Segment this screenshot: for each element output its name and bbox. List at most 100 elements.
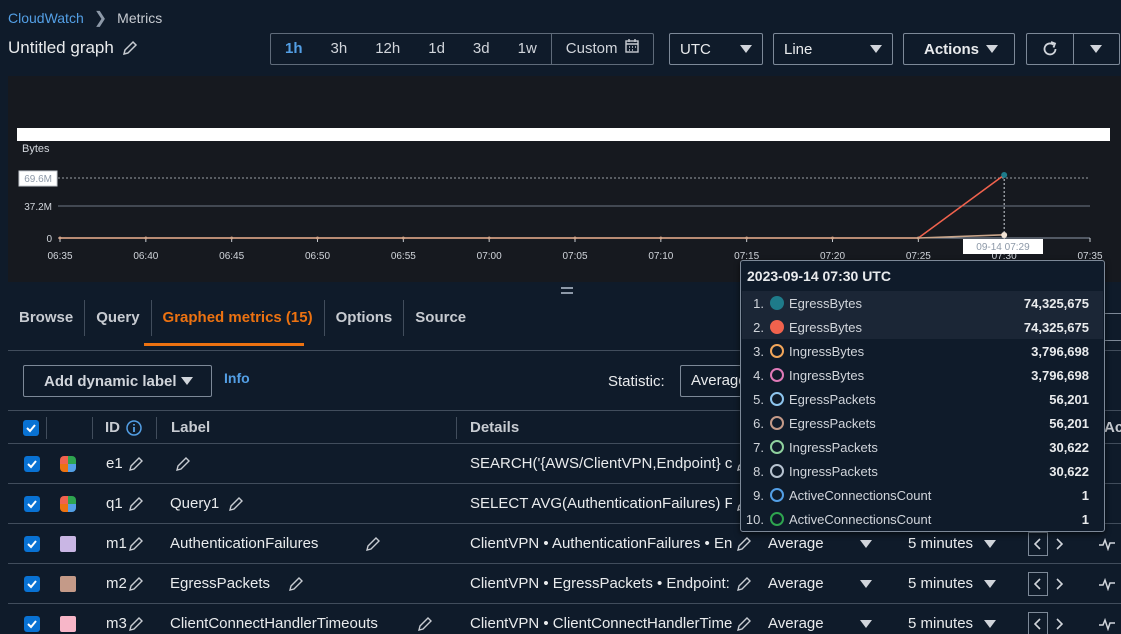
tab-graphed-metrics-15[interactable]: Graphed metrics (15) <box>152 300 325 336</box>
caret-down-icon <box>984 580 996 588</box>
row-id: m1 <box>106 535 127 552</box>
series-color-dot <box>770 440 784 454</box>
data-point <box>831 236 834 240</box>
tooltip-item: 9. ActiveConnectionsCount 1 <box>742 483 1103 507</box>
column-header-id[interactable]: ID <box>105 411 142 444</box>
row-checkbox[interactable] <box>24 456 40 472</box>
tab-options[interactable]: Options <box>325 300 405 336</box>
info-link[interactable]: Info <box>224 370 250 386</box>
tooltip-item-value: 56,201 <box>1049 416 1089 431</box>
tooltip-item-name: EgressPackets <box>789 392 876 407</box>
select-all-checkbox[interactable] <box>23 420 39 436</box>
edit-id-pencil-icon[interactable] <box>128 456 144 472</box>
data-point <box>487 236 491 240</box>
row-label: AuthenticationFailures <box>170 535 319 552</box>
tooltip-item: 2. EgressBytes 74,325,675 <box>742 315 1103 339</box>
multi-color-swatch[interactable] <box>60 456 76 472</box>
edit-label-pencil-icon[interactable] <box>175 456 191 472</box>
tooltip-item-name: IngressPackets <box>789 464 878 479</box>
edit-details-pencil-icon[interactable] <box>736 576 752 592</box>
row-id: q1 <box>106 495 123 512</box>
caret-down-icon <box>984 540 996 548</box>
tab-source[interactable]: Source <box>404 300 477 336</box>
color-swatch[interactable] <box>60 616 76 632</box>
sparkline-icon[interactable] <box>1098 537 1116 551</box>
tooltip-item: 3. IngressBytes 3,796,698 <box>742 339 1103 363</box>
row-label: ClientConnectHandlerTimeouts <box>170 615 378 632</box>
move-left-axis-button[interactable] <box>1028 612 1048 634</box>
sparkline-icon[interactable] <box>1098 617 1116 631</box>
row-checkbox[interactable] <box>24 536 40 552</box>
series-color-dot <box>770 344 784 358</box>
series-color-dot <box>770 296 784 310</box>
edit-label-pencil-icon[interactable] <box>288 576 304 592</box>
y-tick-label: 69.6M <box>24 174 52 185</box>
row-details[interactable]: ClientVPN • ClientConnectHandlerTimeou <box>470 604 732 634</box>
edit-id-pencil-icon[interactable] <box>128 576 144 592</box>
edit-label-pencil-icon[interactable] <box>417 616 433 632</box>
row-checkbox[interactable] <box>24 616 40 632</box>
tooltip-item-name: ActiveConnectionsCount <box>789 488 932 503</box>
row-checkbox[interactable] <box>24 576 40 592</box>
edit-id-pencil-icon[interactable] <box>128 616 144 632</box>
edit-id-pencil-icon[interactable] <box>128 496 144 512</box>
tooltip-item-value: 30,622 <box>1049 464 1089 479</box>
color-swatch[interactable] <box>60 576 76 592</box>
move-left-axis-button[interactable] <box>1028 532 1048 556</box>
tooltip-item-index: 2. <box>753 320 764 335</box>
edit-details-pencil-icon[interactable] <box>736 616 752 632</box>
row-statistic-select[interactable]: Average <box>768 564 878 604</box>
edit-label-pencil-icon[interactable] <box>228 496 244 512</box>
column-header-details[interactable]: Details <box>470 411 519 444</box>
tooltip-item-name: IngressBytes <box>789 368 865 383</box>
tab-browse[interactable]: Browse <box>8 300 86 336</box>
row-details[interactable]: SEARCH('{AWS/ClientVPN,Endpoint} c... <box>470 444 732 484</box>
move-right-axis-button[interactable] <box>1049 532 1069 556</box>
add-dynamic-label-button[interactable]: Add dynamic label <box>23 365 212 397</box>
tooltip-item: 8. IngressPackets 30,622 <box>742 459 1103 483</box>
checkmark-icon <box>27 500 37 509</box>
chevron-left-icon <box>1034 538 1041 550</box>
checkmark-icon <box>27 540 37 549</box>
data-point <box>401 236 405 240</box>
active-tab-indicator <box>144 343 304 346</box>
tab-query[interactable]: Query <box>85 300 152 336</box>
column-header-label[interactable]: Label <box>171 411 210 444</box>
row-details[interactable]: SELECT AVG(AuthenticationFailures) F... <box>470 484 732 524</box>
edit-details-pencil-icon[interactable] <box>736 536 752 552</box>
resize-handle-icon[interactable] <box>561 287 573 297</box>
series-color-dot <box>770 464 784 478</box>
series-line-ingressbytes <box>60 233 1005 239</box>
tooltip-item-index: 3. <box>753 344 764 359</box>
row-period-select[interactable]: 5 minutes <box>908 564 1000 604</box>
move-left-axis-button[interactable] <box>1028 572 1048 596</box>
move-right-axis-button[interactable] <box>1049 612 1069 634</box>
data-point <box>745 236 749 240</box>
x-tick-label: 06:50 <box>305 251 330 262</box>
column-header-id-text: ID <box>105 419 120 436</box>
data-point <box>573 236 577 240</box>
row-period-select[interactable]: 5 minutes <box>908 604 1000 634</box>
row-checkbox[interactable] <box>24 496 40 512</box>
tooltip-item-index: 5. <box>753 392 764 407</box>
color-swatch[interactable] <box>60 536 76 552</box>
tooltip-item-value: 30,622 <box>1049 440 1089 455</box>
row-details[interactable]: ClientVPN • AuthenticationFailures • End… <box>470 524 732 564</box>
edit-label-pencil-icon[interactable] <box>365 536 381 552</box>
tooltip-item: 5. EgressPackets 56,201 <box>742 387 1103 411</box>
tooltip-item-value: 3,796,698 <box>1031 344 1089 359</box>
data-point <box>316 236 319 240</box>
tooltip-item-name: EgressBytes <box>789 296 862 311</box>
row-details[interactable]: ClientVPN • EgressPackets • Endpoint: cv… <box>470 564 732 604</box>
edit-id-pencil-icon[interactable] <box>128 536 144 552</box>
x-tick-label: 06:45 <box>219 251 244 262</box>
sparkline-icon[interactable] <box>1098 577 1116 591</box>
row-statistic-select[interactable]: Average <box>768 604 878 634</box>
chart-tooltip: 2023-09-14 07:30 UTC 1. EgressBytes 74,325… <box>740 260 1105 532</box>
tooltip-item: 1. EgressBytes 74,325,675 <box>742 291 1103 315</box>
multi-color-swatch[interactable] <box>60 496 76 512</box>
info-circle-icon[interactable] <box>126 419 142 436</box>
move-right-axis-button[interactable] <box>1049 572 1069 596</box>
tooltip-item-value: 56,201 <box>1049 392 1089 407</box>
tooltip-item: 6. EgressPackets 56,201 <box>742 411 1103 435</box>
